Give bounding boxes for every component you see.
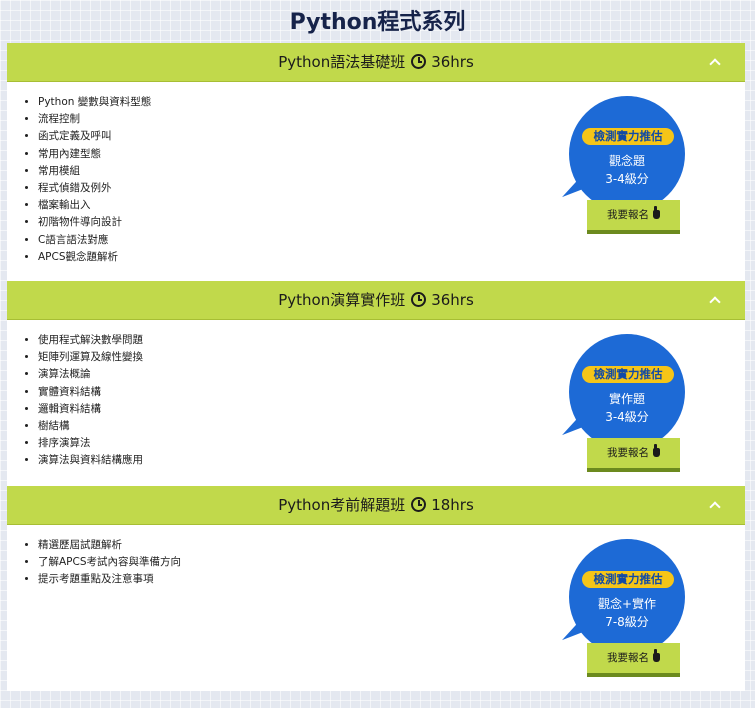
- clock-icon: [411, 497, 427, 512]
- section-header[interactable]: Python語法基礎班 36hrs: [7, 43, 745, 82]
- section-title: Python演算實作班 36hrs: [7, 281, 745, 319]
- level-badge: 檢測實力推估 觀念題 3-4級分 我要報名: [556, 96, 688, 236]
- badge-level-type: 觀念+實作: [597, 597, 657, 611]
- section-body: 精選歷屆試題解析 了解APCS考試內容與準備方向 提示考題重點及注意事項 檢測實…: [7, 525, 745, 691]
- section-title: Python語法基礎班 36hrs: [7, 43, 745, 81]
- level-badge: 檢測實力推估 實作題 3-4級分 我要報名: [556, 334, 688, 474]
- badge-level-type: 實作題: [608, 392, 645, 406]
- page-title: Python程式系列: [289, 10, 466, 35]
- course-section-algorithms: Python演算實作班 36hrs 使用程式解決數學問題 矩陣列運算及線性變換 演…: [7, 281, 745, 487]
- clock-icon: [411, 292, 427, 307]
- chevron-up-icon[interactable]: [709, 499, 721, 511]
- topic-item: APCS觀念題解析: [38, 249, 745, 266]
- hand-pointer-icon: [653, 649, 660, 662]
- enroll-label: 我要報名: [607, 652, 649, 664]
- section-header[interactable]: Python考前解題班 18hrs: [7, 486, 745, 525]
- badge-tag: 檢測實力推估: [582, 571, 674, 588]
- level-badge: 檢測實力推估 觀念+實作 7-8級分 我要報名: [556, 539, 688, 679]
- section-body: 使用程式解決數學問題 矩陣列運算及線性變換 演算法概論 實體資料結構 邏輯資料結…: [7, 320, 745, 487]
- section-body: Python 變數與資料型態 流程控制 函式定義及呼叫 常用內建型態 常用模組 …: [7, 82, 745, 281]
- section-header[interactable]: Python演算實作班 36hrs: [7, 281, 745, 320]
- chevron-up-icon[interactable]: [709, 56, 721, 68]
- course-name: Python演算實作班: [278, 291, 406, 309]
- clock-icon: [411, 54, 427, 69]
- course-hours: 36hrs: [431, 291, 474, 309]
- badge-tag: 檢測實力推估: [582, 366, 674, 383]
- course-name: Python考前解題班: [278, 496, 406, 514]
- enroll-label: 我要報名: [607, 209, 649, 221]
- course-hours: 18hrs: [431, 496, 474, 514]
- hand-pointer-icon: [653, 206, 660, 219]
- course-name: Python語法基礎班: [278, 53, 406, 71]
- course-section-basics: Python語法基礎班 36hrs Python 變數與資料型態 流程控制 函式定…: [7, 43, 745, 281]
- enroll-button[interactable]: 我要報名: [587, 643, 680, 677]
- badge-level-score: 7-8級分: [605, 615, 649, 629]
- course-hours: 36hrs: [431, 53, 474, 71]
- hand-pointer-icon: [653, 444, 660, 457]
- chevron-up-icon[interactable]: [709, 294, 721, 306]
- badge-tag: 檢測實力推估: [582, 128, 674, 145]
- badge-level-score: 3-4級分: [605, 410, 649, 424]
- enroll-button[interactable]: 我要報名: [587, 200, 680, 234]
- section-title: Python考前解題班 18hrs: [7, 486, 745, 524]
- enroll-button[interactable]: 我要報名: [587, 438, 680, 472]
- badge-level-score: 3-4級分: [605, 172, 649, 186]
- badge-level-type: 觀念題: [608, 154, 645, 168]
- course-section-exam-prep: Python考前解題班 18hrs 精選歷屆試題解析 了解APCS考試內容與準備方…: [7, 486, 745, 691]
- enroll-label: 我要報名: [607, 447, 649, 459]
